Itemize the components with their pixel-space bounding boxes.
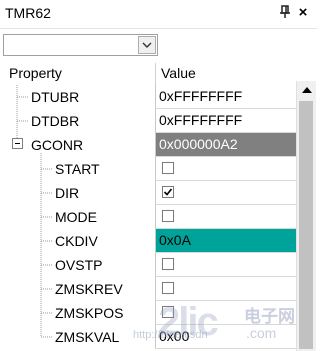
- pin-icon[interactable]: [278, 4, 294, 22]
- property-value[interactable]: 0x000000A2: [155, 133, 296, 157]
- property-value[interactable]: 0xFFFFFFFF: [155, 85, 296, 109]
- property-name: GCONR: [31, 137, 84, 153]
- property-row[interactable]: DTDBR 0xFFFFFFFF: [0, 109, 296, 133]
- column-header-value[interactable]: Value: [161, 61, 196, 85]
- property-value-text: 0x0A: [159, 232, 191, 248]
- property-name: START: [55, 161, 100, 177]
- property-row[interactable]: ZMSKREV: [0, 277, 296, 301]
- property-value-text: 0x00: [159, 328, 190, 344]
- property-value-text: 0x000000A2: [159, 136, 238, 152]
- property-value[interactable]: 0x00: [155, 325, 296, 349]
- property-row[interactable]: OVSTP: [0, 253, 296, 277]
- property-name: DTUBR: [31, 89, 80, 105]
- property-value[interactable]: [155, 253, 296, 277]
- close-icon[interactable]: ×: [294, 4, 312, 22]
- property-row[interactable]: ZMSKVAL 0x00: [0, 325, 296, 349]
- property-grid: Property Value DTUBR 0xFFFFFFFF DTDBR 0xFFF…: [0, 61, 317, 351]
- window-title: TMR62: [5, 5, 51, 21]
- property-value[interactable]: [155, 181, 296, 205]
- property-name: DTDBR: [31, 113, 80, 129]
- scroll-thumb[interactable]: [299, 101, 313, 349]
- property-value[interactable]: [155, 277, 296, 301]
- scroll-up-arrow-icon[interactable]: [297, 81, 316, 98]
- property-name: DIR: [55, 185, 80, 201]
- property-value-text: 0xFFFFFFFF: [159, 88, 243, 104]
- property-name: CKDIV: [55, 233, 98, 249]
- window-titlebar: TMR62 ×: [0, 0, 317, 29]
- property-name: MODE: [55, 209, 97, 225]
- object-selector-combobox[interactable]: [3, 34, 158, 56]
- checkbox-unchecked[interactable]: [162, 258, 174, 270]
- property-row[interactable]: MODE: [0, 205, 296, 229]
- property-value[interactable]: 0xFFFFFFFF: [155, 109, 296, 133]
- property-name: ZMSKREV: [55, 281, 123, 297]
- property-value[interactable]: [155, 157, 296, 181]
- collapse-icon[interactable]: [12, 138, 23, 149]
- property-row[interactable]: START: [0, 157, 296, 181]
- property-value-text: 0xFFFFFFFF: [159, 112, 243, 128]
- column-separator[interactable]: [155, 63, 156, 85]
- property-value[interactable]: [155, 205, 296, 229]
- property-name: ZMSKPOS: [55, 305, 124, 321]
- property-name: ZMSKVAL: [55, 329, 120, 345]
- vertical-scrollbar[interactable]: [296, 81, 316, 351]
- property-name: OVSTP: [55, 257, 103, 273]
- checkbox-unchecked[interactable]: [162, 306, 174, 318]
- column-header-property[interactable]: Property: [9, 61, 62, 85]
- checkbox-unchecked[interactable]: [162, 162, 174, 174]
- checkbox-unchecked[interactable]: [162, 282, 174, 294]
- property-row[interactable]: DTUBR 0xFFFFFFFF: [0, 85, 296, 109]
- property-value[interactable]: 0x0A: [155, 229, 296, 253]
- property-row[interactable]: CKDIV 0x0A: [0, 229, 296, 253]
- property-value[interactable]: [155, 301, 296, 325]
- property-row[interactable]: DIR: [0, 181, 296, 205]
- property-row[interactable]: ZMSKPOS: [0, 301, 296, 325]
- checkbox-checked[interactable]: [162, 186, 174, 198]
- checkbox-unchecked[interactable]: [162, 210, 174, 222]
- property-row[interactable]: GCONR 0x000000A2: [0, 133, 296, 157]
- chevron-down-icon[interactable]: [138, 36, 156, 54]
